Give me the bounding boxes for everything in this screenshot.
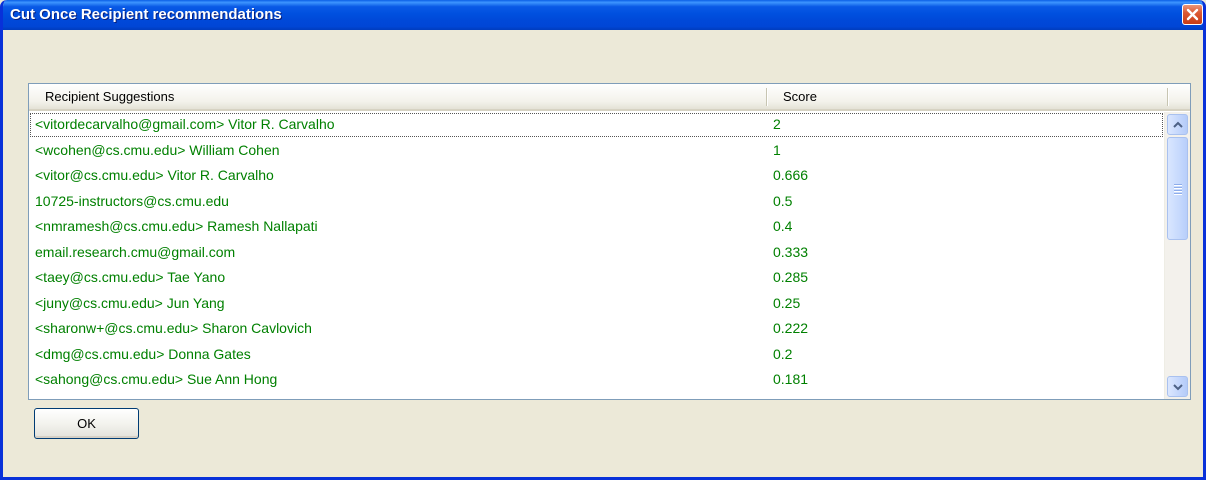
- recipient-cell: email.research.cmu@gmail.com: [35, 243, 236, 260]
- title-bar[interactable]: Cut Once Recipient recommendations: [3, 0, 1203, 30]
- recipient-cell: <nmramesh@cs.cmu.edu> Ramesh Nallapati: [35, 218, 318, 234]
- list-item[interactable]: <vitordecarvalho@gmail.com> Vitor R. Car…: [29, 112, 1164, 138]
- vertical-scrollbar[interactable]: [1164, 112, 1190, 399]
- score-cell: 1: [773, 141, 781, 158]
- recipient-cell: <taey@cs.cmu.edu> Tae Yano: [35, 269, 226, 285]
- grip-line: [1174, 187, 1182, 188]
- score-cell: 2: [773, 116, 781, 132]
- recipient-cell: <vitordecarvalho@gmail.com> Vitor R. Car…: [35, 116, 335, 132]
- list-item[interactable]: 10725-instructors@cs.cmu.edu 0.5: [29, 189, 1164, 215]
- column-divider[interactable]: [1167, 88, 1168, 106]
- chevron-down-icon: [1173, 384, 1183, 391]
- window-title: Cut Once Recipient recommendations: [10, 6, 282, 23]
- recipient-cell: <dmg@cs.cmu.edu> Donna Gates: [35, 345, 251, 362]
- score-cell: 0.285: [773, 269, 809, 285]
- column-header-recipient[interactable]: Recipient Suggestions: [29, 84, 767, 109]
- list-item[interactable]: email.research.cmu@gmail.com 0.333: [29, 240, 1164, 266]
- recipient-cell: <wcohen@cs.cmu.edu> William Cohen: [35, 141, 280, 158]
- recipient-cell: 10725-instructors@cs.cmu.edu: [35, 192, 229, 209]
- list-item[interactable]: <sahong@cs.cmu.edu> Sue Ann Hong 0.181: [29, 367, 1164, 393]
- score-cell: 0.5: [773, 192, 793, 209]
- scroll-thumb[interactable]: [1167, 137, 1188, 240]
- recipient-cell: <juny@cs.cmu.edu> Jun Yang: [35, 294, 225, 311]
- list-item[interactable]: <nmramesh@cs.cmu.edu> Ramesh Nallapati 0.…: [29, 214, 1164, 240]
- score-cell: 0.2: [773, 345, 793, 362]
- recipient-cell: <vitor@cs.cmu.edu> Vitor R. Carvalho: [35, 167, 274, 183]
- recipient-cell: <sahong@cs.cmu.edu> Sue Ann Hong: [35, 371, 278, 387]
- list-item[interactable]: <sharonw+@cs.cmu.edu> Sharon Cavlovich 0.…: [29, 316, 1164, 342]
- list-item[interactable]: <vitor@cs.cmu.edu> Vitor R. Carvalho 0.66…: [29, 163, 1164, 189]
- grip-line: [1174, 193, 1182, 194]
- list-item[interactable]: <wcohen@cs.cmu.edu> William Cohen 1: [29, 138, 1164, 164]
- recipient-list[interactable]: Recipient Suggestions Score <vitordecarv…: [28, 83, 1191, 400]
- score-cell: 0.4: [773, 218, 793, 234]
- score-cell: 0.333: [773, 243, 809, 260]
- score-cell: 0.666: [773, 167, 809, 183]
- score-cell: 0.181: [773, 371, 809, 387]
- chevron-up-icon: [1173, 121, 1183, 128]
- close-icon: [1186, 8, 1199, 21]
- grip-line: [1174, 190, 1182, 191]
- grip-line: [1174, 184, 1182, 185]
- recipient-cell: <sharonw+@cs.cmu.edu> Sharon Cavlovich: [35, 320, 312, 336]
- dialog-window: Cut Once Recipient recommendations Recip…: [0, 0, 1206, 480]
- score-cell: 0.222: [773, 320, 809, 336]
- close-button[interactable]: [1182, 4, 1203, 25]
- list-item[interactable]: <dmg@cs.cmu.edu> Donna Gates 0.2: [29, 342, 1164, 368]
- list-item[interactable]: <taey@cs.cmu.edu> Tae Yano 0.285: [29, 265, 1164, 291]
- column-header-score[interactable]: Score: [767, 84, 1167, 109]
- scroll-down-button[interactable]: [1167, 376, 1188, 397]
- score-cell: 0.25: [773, 294, 801, 311]
- list-header: Recipient Suggestions Score: [29, 84, 1190, 111]
- scroll-up-button[interactable]: [1167, 114, 1188, 135]
- ok-button[interactable]: OK: [34, 408, 139, 439]
- list-rows: <vitordecarvalho@gmail.com> Vitor R. Car…: [29, 112, 1164, 399]
- list-item[interactable]: <juny@cs.cmu.edu> Jun Yang 0.25: [29, 291, 1164, 317]
